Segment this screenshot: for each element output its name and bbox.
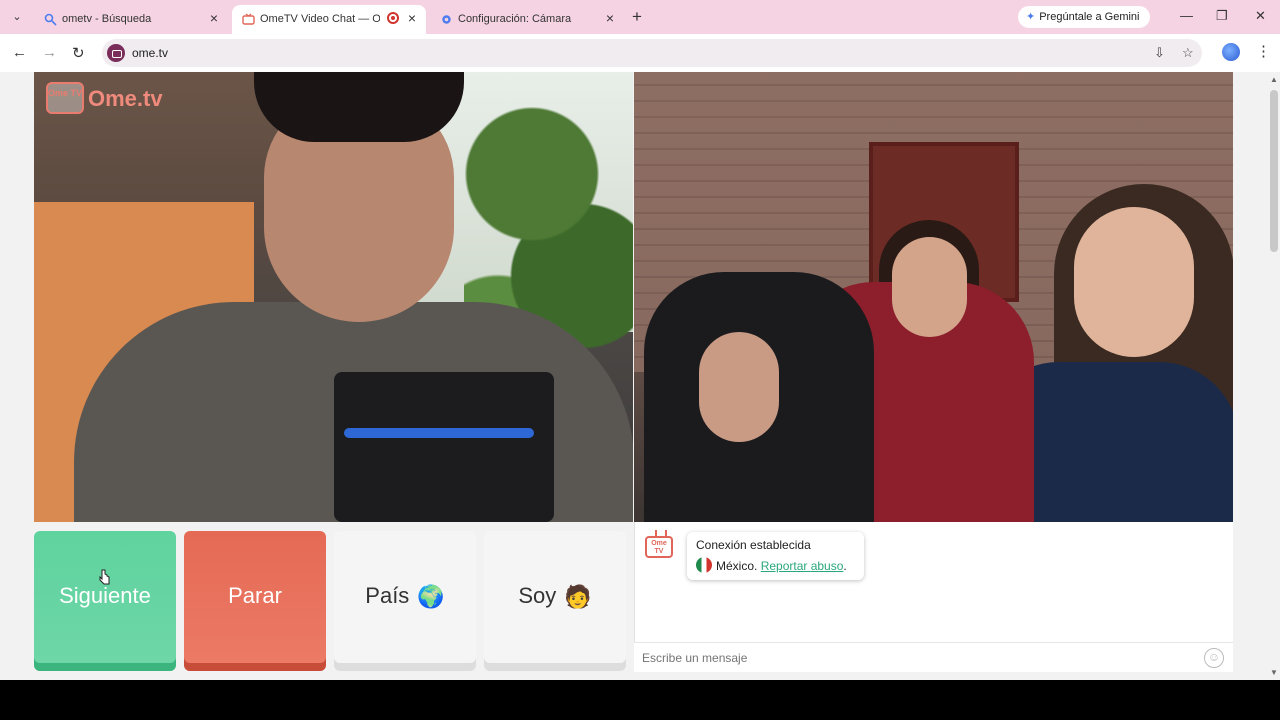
local-video: Ome TV Ome.tv [34, 72, 633, 522]
tab-label: ometv - Búsqueda [62, 13, 152, 25]
restore-icon[interactable]: ❐ [1216, 8, 1228, 24]
ometv-logo-text: Ome.tv [88, 86, 163, 111]
close-icon[interactable]: × [606, 10, 614, 26]
new-tab-button[interactable]: + [632, 7, 642, 27]
window-close-icon[interactable]: ✕ [1255, 8, 1266, 24]
scroll-up-icon[interactable]: ▲ [1270, 75, 1278, 84]
gear-icon [440, 13, 453, 26]
gemini-sparkle-icon: ✦ [1026, 11, 1036, 23]
stop-button[interactable]: Parar [184, 531, 326, 671]
page-content: Ome TV Ome.tv Siguiente Parar País 🌍 Soy 🧑… [0, 72, 1280, 680]
forward-arrow-icon[interactable]: → [42, 44, 57, 61]
url-text: ome.tv [132, 46, 169, 60]
close-icon[interactable]: × [408, 10, 416, 26]
report-suffix: . [843, 559, 847, 573]
tab-ometv-search[interactable]: ometv - Búsqueda × [34, 5, 228, 34]
ometv-icon [242, 13, 255, 26]
bookmark-star-icon[interactable]: ☆ [1182, 45, 1194, 61]
mouse-cursor-icon [99, 569, 110, 585]
message-input[interactable] [642, 649, 1182, 667]
gemini-label: Pregúntale a Gemini [1039, 11, 1140, 23]
browser-toolbar: ← → ↻ ome.tv ⇩ ☆ ⋮ [0, 34, 1280, 72]
search-icon [44, 13, 57, 26]
partner-country: México. [716, 559, 758, 573]
tab-search-menu-button[interactable]: ⌄ [8, 8, 26, 26]
gender-button[interactable]: Soy 🧑 [484, 531, 626, 671]
connection-status: Conexión establecida [696, 538, 811, 552]
ometv-tv-icon: Ome TV [46, 82, 84, 114]
country-label: País [365, 583, 410, 608]
emoji-smiley-icon[interactable]: ☺ [1204, 648, 1224, 668]
next-button[interactable]: Siguiente [34, 531, 176, 671]
menu-kebab-icon[interactable]: ⋮ [1256, 42, 1271, 60]
install-app-icon[interactable]: ⇩ [1154, 45, 1165, 61]
next-label: Siguiente [59, 583, 151, 608]
recording-icon [387, 12, 399, 24]
reload-icon[interactable]: ↻ [72, 44, 85, 62]
gemini-button[interactable]: ✦ Pregúntale a Gemini [1018, 6, 1150, 28]
profile-avatar[interactable] [1222, 43, 1240, 61]
globe-icon: 🌍 [417, 584, 445, 610]
page-scrollbar[interactable]: ▲ ▼ [1268, 72, 1280, 680]
stop-label: Parar [228, 583, 282, 608]
system-message: Conexión establecida México. Reportar ab… [687, 532, 864, 580]
scrollbar-thumb[interactable] [1270, 90, 1278, 252]
scroll-down-icon[interactable]: ▼ [1270, 668, 1278, 677]
tab-label: Configuración: Cámara [458, 13, 572, 25]
tab-ometv-video-chat[interactable]: OmeTV Video Chat — Ome × [232, 5, 426, 34]
tab-camera-settings[interactable]: Configuración: Cámara × [430, 5, 624, 34]
minimize-icon[interactable]: — [1180, 8, 1193, 23]
remote-video [634, 72, 1233, 522]
gender-label: Soy [518, 583, 557, 608]
person-avatar-icon: 🧑 [564, 584, 592, 610]
close-icon[interactable]: × [210, 10, 218, 26]
site-info-icon[interactable] [107, 44, 125, 62]
address-bar[interactable]: ome.tv ⇩ ☆ [102, 39, 1202, 67]
ometv-tv-icon: Ome TV [645, 536, 673, 558]
bottom-letterbox [0, 680, 1280, 720]
back-arrow-icon[interactable]: ← [12, 44, 27, 61]
message-bar: ☺ [634, 642, 1233, 672]
tab-label: OmeTV Video Chat — Ome [260, 13, 380, 25]
report-abuse-link[interactable]: Reportar abuso [761, 559, 844, 573]
mexico-flag-icon [696, 557, 712, 573]
tab-strip: ⌄ ometv - Búsqueda × OmeTV Video Chat — … [0, 0, 1280, 34]
country-button[interactable]: País 🌍 [334, 531, 476, 671]
